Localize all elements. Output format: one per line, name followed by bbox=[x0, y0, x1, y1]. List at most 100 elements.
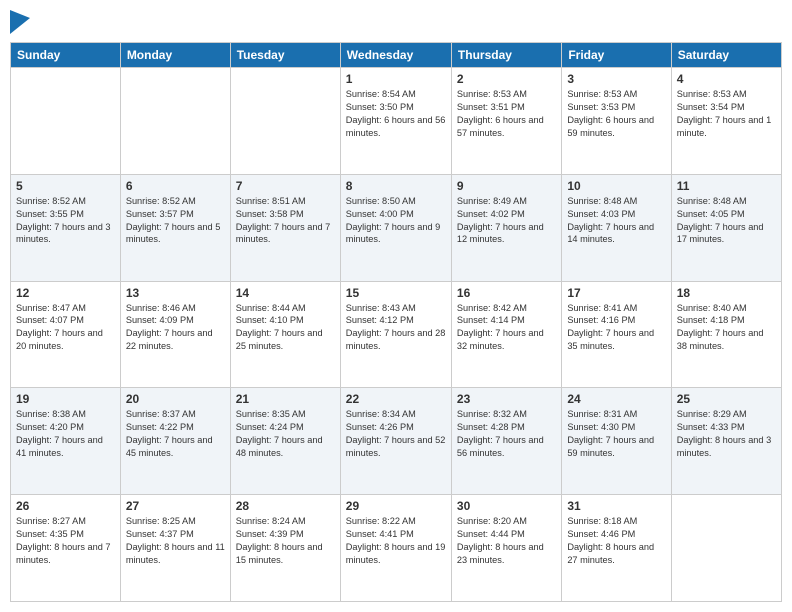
calendar-cell: 4 Sunrise: 8:53 AMSunset: 3:54 PMDaylight… bbox=[671, 68, 781, 175]
calendar-cell: 13 Sunrise: 8:46 AMSunset: 4:09 PMDayligh… bbox=[120, 281, 230, 388]
day-number: 11 bbox=[677, 179, 776, 193]
calendar-cell: 12 Sunrise: 8:47 AMSunset: 4:07 PMDayligh… bbox=[11, 281, 121, 388]
day-info: Sunrise: 8:54 AMSunset: 3:50 PMDaylight:… bbox=[346, 88, 446, 140]
day-number: 19 bbox=[16, 392, 115, 406]
calendar-cell: 18Sunrise: 8:40 AMSunset: 4:18 PMDayligh… bbox=[671, 281, 781, 388]
calendar-cell: 22Sunrise: 8:34 AMSunset: 4:26 PMDayligh… bbox=[340, 388, 451, 495]
day-info: Sunrise: 8:18 AMSunset: 4:46 PMDaylight:… bbox=[567, 515, 665, 567]
calendar-cell: 16 Sunrise: 8:42 AMSunset: 4:14 PMDayligh… bbox=[451, 281, 561, 388]
day-of-week-header: Wednesday bbox=[340, 43, 451, 68]
day-info: Sunrise: 8:48 AMSunset: 4:05 PMDaylight:… bbox=[677, 195, 776, 247]
day-number: 8 bbox=[346, 179, 446, 193]
calendar-cell: 5 Sunrise: 8:52 AMSunset: 3:55 PMDaylight… bbox=[11, 174, 121, 281]
day-of-week-header: Saturday bbox=[671, 43, 781, 68]
calendar-cell: 19 Sunrise: 8:38 AMSunset: 4:20 PMDayligh… bbox=[11, 388, 121, 495]
day-info: Sunrise: 8:25 AMSunset: 4:37 PMDaylight:… bbox=[126, 515, 225, 567]
calendar-cell bbox=[671, 495, 781, 602]
logo-icon bbox=[10, 10, 30, 34]
day-info: Sunrise: 8:20 AMSunset: 4:44 PMDaylight:… bbox=[457, 515, 556, 567]
day-of-week-header: Friday bbox=[562, 43, 671, 68]
day-number: 6 bbox=[126, 179, 225, 193]
logo bbox=[10, 10, 34, 34]
day-info: Sunrise: 8:38 AMSunset: 4:20 PMDaylight:… bbox=[16, 408, 115, 460]
calendar-header-row: SundayMondayTuesdayWednesdayThursdayFrid… bbox=[11, 43, 782, 68]
day-of-week-header: Monday bbox=[120, 43, 230, 68]
calendar-cell: 28 Sunrise: 8:24 AMSunset: 4:39 PMDayligh… bbox=[230, 495, 340, 602]
day-info: Sunrise: 8:49 AMSunset: 4:02 PMDaylight:… bbox=[457, 195, 556, 247]
calendar-cell: 26 Sunrise: 8:27 AMSunset: 4:35 PMDayligh… bbox=[11, 495, 121, 602]
day-number: 28 bbox=[236, 499, 335, 513]
day-number: 12 bbox=[16, 286, 115, 300]
day-number: 30 bbox=[457, 499, 556, 513]
calendar-cell: 6 Sunrise: 8:52 AMSunset: 3:57 PMDaylight… bbox=[120, 174, 230, 281]
day-number: 7 bbox=[236, 179, 335, 193]
calendar-week-row: 26 Sunrise: 8:27 AMSunset: 4:35 PMDayligh… bbox=[11, 495, 782, 602]
calendar-cell: 1 Sunrise: 8:54 AMSunset: 3:50 PMDaylight… bbox=[340, 68, 451, 175]
day-number: 25 bbox=[677, 392, 776, 406]
day-info: Sunrise: 8:47 AMSunset: 4:07 PMDaylight:… bbox=[16, 302, 115, 354]
day-number: 5 bbox=[16, 179, 115, 193]
calendar-cell: 11 Sunrise: 8:48 AMSunset: 4:05 PMDayligh… bbox=[671, 174, 781, 281]
day-number: 17 bbox=[567, 286, 665, 300]
calendar-cell: 25 Sunrise: 8:29 AMSunset: 4:33 PMDayligh… bbox=[671, 388, 781, 495]
day-number: 26 bbox=[16, 499, 115, 513]
day-number: 23 bbox=[457, 392, 556, 406]
calendar-cell bbox=[120, 68, 230, 175]
calendar-cell: 14 Sunrise: 8:44 AMSunset: 4:10 PMDayligh… bbox=[230, 281, 340, 388]
day-info: Sunrise: 8:50 AMSunset: 4:00 PMDaylight:… bbox=[346, 195, 446, 247]
calendar-week-row: 19 Sunrise: 8:38 AMSunset: 4:20 PMDayligh… bbox=[11, 388, 782, 495]
calendar-cell: 30 Sunrise: 8:20 AMSunset: 4:44 PMDayligh… bbox=[451, 495, 561, 602]
day-of-week-header: Thursday bbox=[451, 43, 561, 68]
calendar-week-row: 5 Sunrise: 8:52 AMSunset: 3:55 PMDaylight… bbox=[11, 174, 782, 281]
day-info: Sunrise: 8:53 AMSunset: 3:54 PMDaylight:… bbox=[677, 88, 776, 140]
day-number: 1 bbox=[346, 72, 446, 86]
day-info: Sunrise: 8:41 AMSunset: 4:16 PMDaylight:… bbox=[567, 302, 665, 354]
day-number: 16 bbox=[457, 286, 556, 300]
day-info: Sunrise: 8:52 AMSunset: 3:57 PMDaylight:… bbox=[126, 195, 225, 247]
calendar-cell: 24Sunrise: 8:31 AMSunset: 4:30 PMDayligh… bbox=[562, 388, 671, 495]
day-info: Sunrise: 8:34 AMSunset: 4:26 PMDaylight:… bbox=[346, 408, 446, 460]
day-number: 31 bbox=[567, 499, 665, 513]
day-info: Sunrise: 8:22 AMSunset: 4:41 PMDaylight:… bbox=[346, 515, 446, 567]
calendar-week-row: 1 Sunrise: 8:54 AMSunset: 3:50 PMDaylight… bbox=[11, 68, 782, 175]
day-info: Sunrise: 8:53 AMSunset: 3:53 PMDaylight:… bbox=[567, 88, 665, 140]
page: SundayMondayTuesdayWednesdayThursdayFrid… bbox=[0, 0, 792, 612]
day-info: Sunrise: 8:24 AMSunset: 4:39 PMDaylight:… bbox=[236, 515, 335, 567]
day-info: Sunrise: 8:48 AMSunset: 4:03 PMDaylight:… bbox=[567, 195, 665, 247]
calendar-cell: 31 Sunrise: 8:18 AMSunset: 4:46 PMDayligh… bbox=[562, 495, 671, 602]
calendar-cell: 17 Sunrise: 8:41 AMSunset: 4:16 PMDayligh… bbox=[562, 281, 671, 388]
calendar-cell: 15Sunrise: 8:43 AMSunset: 4:12 PMDayligh… bbox=[340, 281, 451, 388]
day-info: Sunrise: 8:44 AMSunset: 4:10 PMDaylight:… bbox=[236, 302, 335, 354]
day-info: Sunrise: 8:52 AMSunset: 3:55 PMDaylight:… bbox=[16, 195, 115, 247]
day-number: 18 bbox=[677, 286, 776, 300]
day-of-week-header: Sunday bbox=[11, 43, 121, 68]
day-info: Sunrise: 8:29 AMSunset: 4:33 PMDaylight:… bbox=[677, 408, 776, 460]
day-info: Sunrise: 8:53 AMSunset: 3:51 PMDaylight:… bbox=[457, 88, 556, 140]
day-info: Sunrise: 8:46 AMSunset: 4:09 PMDaylight:… bbox=[126, 302, 225, 354]
day-number: 15 bbox=[346, 286, 446, 300]
day-info: Sunrise: 8:37 AMSunset: 4:22 PMDaylight:… bbox=[126, 408, 225, 460]
day-info: Sunrise: 8:32 AMSunset: 4:28 PMDaylight:… bbox=[457, 408, 556, 460]
day-info: Sunrise: 8:42 AMSunset: 4:14 PMDaylight:… bbox=[457, 302, 556, 354]
calendar-cell: 29Sunrise: 8:22 AMSunset: 4:41 PMDayligh… bbox=[340, 495, 451, 602]
day-number: 13 bbox=[126, 286, 225, 300]
day-number: 2 bbox=[457, 72, 556, 86]
day-of-week-header: Tuesday bbox=[230, 43, 340, 68]
calendar-cell: 3 Sunrise: 8:53 AMSunset: 3:53 PMDaylight… bbox=[562, 68, 671, 175]
calendar-cell: 23 Sunrise: 8:32 AMSunset: 4:28 PMDayligh… bbox=[451, 388, 561, 495]
calendar-cell: 8 Sunrise: 8:50 AMSunset: 4:00 PMDaylight… bbox=[340, 174, 451, 281]
day-number: 3 bbox=[567, 72, 665, 86]
header bbox=[10, 10, 782, 34]
day-info: Sunrise: 8:51 AMSunset: 3:58 PMDaylight:… bbox=[236, 195, 335, 247]
calendar-cell bbox=[11, 68, 121, 175]
day-number: 14 bbox=[236, 286, 335, 300]
day-info: Sunrise: 8:27 AMSunset: 4:35 PMDaylight:… bbox=[16, 515, 115, 567]
calendar-cell: 27 Sunrise: 8:25 AMSunset: 4:37 PMDayligh… bbox=[120, 495, 230, 602]
calendar-cell: 10Sunrise: 8:48 AMSunset: 4:03 PMDayligh… bbox=[562, 174, 671, 281]
calendar-cell: 9Sunrise: 8:49 AMSunset: 4:02 PMDaylight… bbox=[451, 174, 561, 281]
day-number: 27 bbox=[126, 499, 225, 513]
day-number: 20 bbox=[126, 392, 225, 406]
day-number: 21 bbox=[236, 392, 335, 406]
day-number: 4 bbox=[677, 72, 776, 86]
calendar-cell bbox=[230, 68, 340, 175]
